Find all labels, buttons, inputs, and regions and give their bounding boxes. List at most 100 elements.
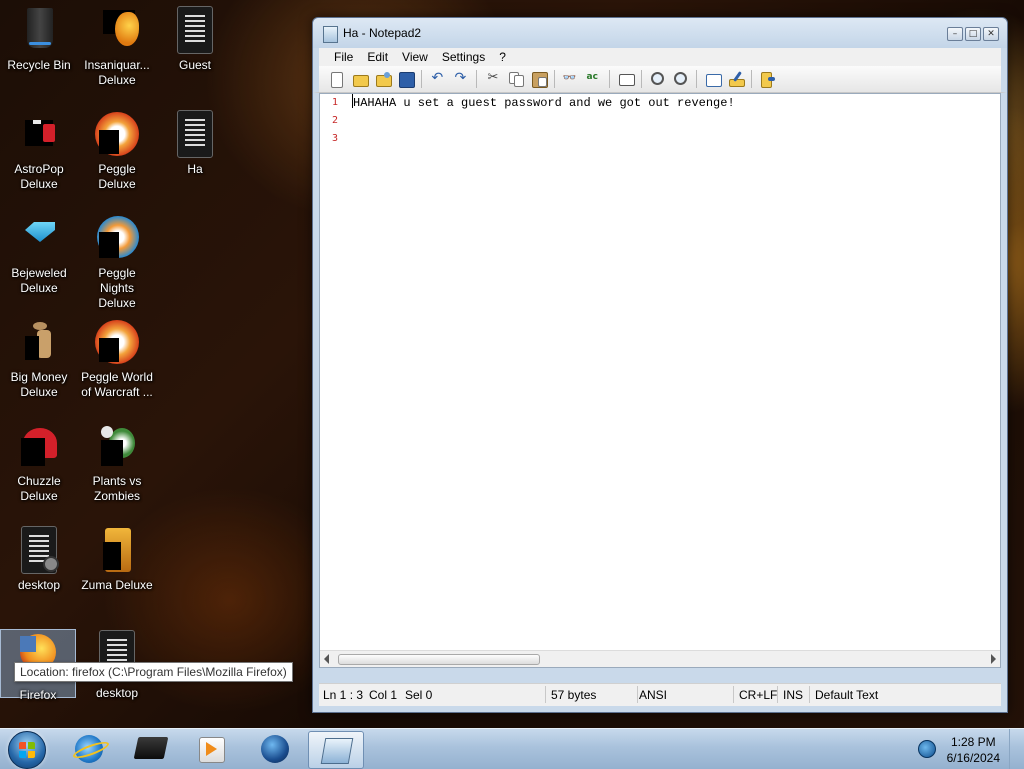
notepad2-icon bbox=[320, 738, 354, 764]
plants-vs-zombies-icon bbox=[93, 422, 141, 470]
desktop-icon-big-money[interactable]: Big Money Deluxe bbox=[2, 318, 76, 400]
status-selection: Sel 0 bbox=[405, 688, 433, 702]
desktop-icon-label: desktop bbox=[95, 686, 139, 700]
clock[interactable]: 1:28 PM 6/16/2024 bbox=[947, 734, 1000, 766]
insaniquarium-icon bbox=[93, 6, 141, 54]
exit-icon[interactable] bbox=[758, 69, 778, 89]
notepad2-taskbar-button[interactable] bbox=[308, 731, 364, 769]
desktop-icon-label: Recycle Bin bbox=[7, 58, 71, 72]
desktop-icon-label: Ha bbox=[187, 162, 203, 176]
browse-icon[interactable] bbox=[373, 69, 393, 89]
line-number: 2 bbox=[331, 115, 338, 126]
line-number: 3 bbox=[331, 133, 338, 144]
desktop-icon-astropop[interactable]: AstroPop Deluxe bbox=[2, 110, 76, 192]
horizontal-scrollbar[interactable] bbox=[320, 650, 1000, 667]
desktop-icon-plants-vs-zombies[interactable]: Plants vs Zombies bbox=[80, 422, 154, 504]
peggle-icon bbox=[93, 110, 141, 158]
start-button[interactable] bbox=[8, 731, 46, 769]
astropop-icon bbox=[15, 110, 63, 158]
desktop-icon-label: Chuzzle Deluxe bbox=[17, 474, 61, 503]
save-icon[interactable] bbox=[396, 69, 416, 89]
text-line bbox=[352, 130, 1000, 148]
text-line: HAHAHA u set a guest password and we got… bbox=[352, 94, 1000, 112]
close-button[interactable]: ✕ bbox=[983, 27, 999, 41]
menu-help[interactable]: ? bbox=[492, 48, 513, 66]
desktop-icon-peggle[interactable]: Peggle Deluxe bbox=[80, 110, 154, 192]
maximize-button[interactable]: □ bbox=[965, 27, 981, 41]
big-money-icon bbox=[15, 318, 63, 366]
new-icon[interactable] bbox=[327, 69, 347, 89]
redo-icon[interactable]: ↷ bbox=[451, 69, 471, 89]
status-size: 57 bytes bbox=[551, 688, 597, 702]
globe-icon[interactable] bbox=[248, 731, 302, 767]
window-title: Ha - Notepad2 bbox=[343, 26, 422, 40]
desktop-icon-peggle-nights[interactable]: Peggle Nights Deluxe bbox=[80, 214, 154, 311]
peggle-nights-icon bbox=[93, 214, 141, 262]
open-icon[interactable] bbox=[350, 69, 370, 89]
desktop-icon-label: Peggle World of Warcraft ... bbox=[81, 370, 153, 399]
replace-icon[interactable]: ac bbox=[584, 69, 604, 89]
menu-settings[interactable]: Settings bbox=[435, 48, 492, 66]
text-line bbox=[352, 112, 1000, 130]
paste-icon[interactable] bbox=[529, 69, 549, 89]
taskbar: 1:28 PM 6/16/2024 bbox=[0, 728, 1024, 769]
desktop-icon-guest[interactable]: Guest bbox=[158, 6, 232, 73]
clock-date: 6/16/2024 bbox=[946, 751, 1000, 765]
scroll-left-arrow-icon[interactable] bbox=[324, 654, 329, 664]
desktop-icon-recycle-bin[interactable]: Recycle Bin bbox=[2, 6, 76, 73]
desktop-icon-insaniquarium[interactable]: Insaniquar... Deluxe bbox=[80, 6, 154, 88]
status-line: Ln 1 : 3 bbox=[323, 688, 364, 702]
desktop-icon-label: Big Money Deluxe bbox=[10, 370, 68, 399]
desktop-icon-chuzzle[interactable]: Chuzzle Deluxe bbox=[2, 422, 76, 504]
text-area[interactable]: HAHAHA u set a guest password and we got… bbox=[352, 94, 1000, 650]
peggle-wow-icon bbox=[93, 318, 141, 366]
bejeweled-icon bbox=[15, 214, 63, 262]
desktop-icon-label: Firefox bbox=[19, 688, 57, 702]
zoom-out-icon[interactable] bbox=[671, 69, 691, 89]
status-mode: INS bbox=[783, 688, 804, 702]
desktop-icon-label: Peggle Nights Deluxe bbox=[98, 266, 136, 310]
notepad2-icon bbox=[323, 26, 338, 43]
status-encoding: ANSI bbox=[639, 688, 668, 702]
toolbar: ↶ ↷ ✂ 👓 ac bbox=[313, 66, 1007, 93]
zoom-in-icon[interactable] bbox=[648, 69, 668, 89]
desktop-icon-zuma[interactable]: Zuma Deluxe bbox=[80, 526, 154, 593]
recycle-bin-icon bbox=[15, 6, 63, 54]
settings-document-icon bbox=[15, 526, 63, 574]
media-center-icon[interactable] bbox=[124, 731, 178, 767]
network-tray-icon[interactable] bbox=[918, 740, 936, 758]
title-bar[interactable]: Ha - Notepad2 – □ ✕ bbox=[313, 18, 1007, 48]
scrollbar-thumb[interactable] bbox=[338, 654, 540, 665]
text-line-content: HAHAHA u set a guest password and we got… bbox=[353, 96, 735, 110]
word-wrap-icon[interactable] bbox=[616, 69, 636, 89]
clock-time: 1:28 PM bbox=[950, 735, 996, 749]
desktop-icon-label: Bejeweled Deluxe bbox=[11, 266, 67, 295]
find-icon[interactable]: 👓 bbox=[561, 69, 581, 89]
desktop-icon-bejeweled[interactable]: Bejeweled Deluxe bbox=[2, 214, 76, 296]
menu-bar: File Edit View Settings ? bbox=[313, 48, 1007, 66]
location-tooltip: Location: firefox (C:\Program Files\Mozi… bbox=[14, 662, 293, 682]
desktop-icon-label: AstroPop Deluxe bbox=[14, 162, 64, 191]
desktop-icon-ha[interactable]: Ha bbox=[158, 110, 232, 177]
copy-icon[interactable] bbox=[506, 69, 526, 89]
minimize-button[interactable]: – bbox=[947, 27, 963, 41]
menu-edit[interactable]: Edit bbox=[360, 48, 395, 66]
menu-view[interactable]: View bbox=[395, 48, 435, 66]
zuma-icon bbox=[93, 526, 141, 574]
desktop-icon-peggle-wow[interactable]: Peggle World of Warcraft ... bbox=[80, 318, 154, 400]
schemes-icon[interactable] bbox=[703, 69, 723, 89]
internet-explorer-icon[interactable] bbox=[62, 731, 116, 767]
desktop-icon-desktop-ini[interactable]: desktop bbox=[2, 526, 76, 593]
menu-file[interactable]: File bbox=[327, 48, 360, 66]
editor[interactable]: 1 2 3 HAHAHA u set a guest password and … bbox=[319, 93, 1001, 668]
notepad2-window[interactable]: Ha - Notepad2 – □ ✕ File Edit View Setti… bbox=[312, 17, 1008, 713]
undo-icon[interactable]: ↶ bbox=[428, 69, 448, 89]
cut-icon[interactable]: ✂ bbox=[483, 69, 503, 89]
media-player-icon[interactable] bbox=[186, 731, 240, 767]
status-column: Col 1 bbox=[369, 688, 398, 702]
customize-schemes-icon[interactable] bbox=[726, 69, 746, 89]
line-number-gutter: 1 2 3 bbox=[320, 94, 346, 650]
line-number: 1 bbox=[331, 97, 338, 108]
show-desktop-button[interactable] bbox=[1009, 729, 1024, 769]
scroll-right-arrow-icon[interactable] bbox=[991, 654, 996, 664]
